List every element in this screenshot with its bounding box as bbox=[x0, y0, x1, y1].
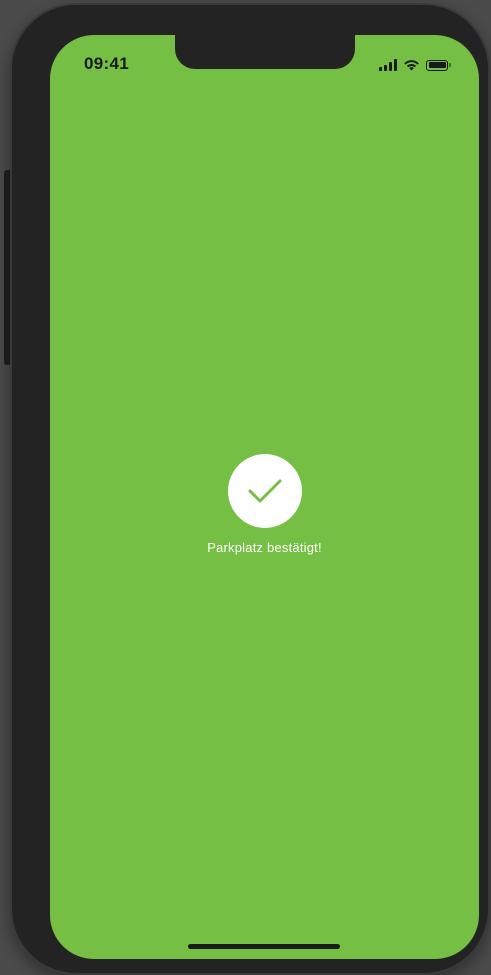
home-indicator[interactable] bbox=[188, 944, 340, 949]
status-bar-icons bbox=[379, 57, 451, 71]
checkmark-icon bbox=[248, 479, 281, 503]
status-bar-time: 09:41 bbox=[84, 54, 129, 73]
success-badge bbox=[227, 454, 302, 528]
device-notch bbox=[175, 35, 355, 69]
confirmation-message: Parkplatz bestätigt! bbox=[207, 540, 322, 555]
app-screen: 09:41 Parkplatz bestätigt! bbox=[50, 35, 479, 959]
wifi-icon bbox=[404, 60, 419, 71]
confirmation-block: Parkplatz bestätigt! bbox=[50, 454, 479, 555]
phone-frame: 09:41 Parkplatz bestätigt! bbox=[12, 5, 488, 973]
battery-icon bbox=[426, 59, 451, 71]
cellular-signal-icon bbox=[379, 59, 397, 71]
